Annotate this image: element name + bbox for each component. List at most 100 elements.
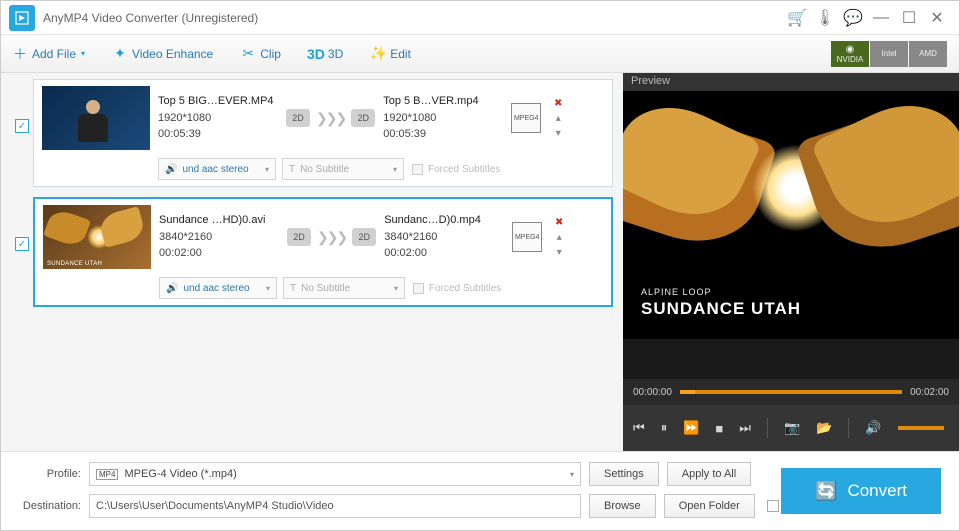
target-info: Top 5 B…VER.mp4 1920*1080 00:05:39 bbox=[383, 93, 503, 143]
toolbar: ＋ Add File ▾ ✦ Video Enhance ✂ Clip 3D 3… bbox=[1, 35, 959, 73]
snapshot-icon[interactable]: 📷 bbox=[784, 420, 800, 436]
chevron-down-icon: ▾ bbox=[266, 284, 270, 293]
time-current: 00:00:00 bbox=[633, 387, 672, 398]
prev-icon[interactable]: ⏮ bbox=[633, 420, 645, 436]
preview-title: SUNDANCE UTAH bbox=[641, 299, 801, 319]
fastforward-icon[interactable]: ⏩ bbox=[683, 420, 699, 436]
forced-checkbox[interactable] bbox=[412, 164, 423, 175]
source-info: Top 5 BIG…EVER.MP4 1920*1080 00:05:39 bbox=[158, 93, 278, 143]
volume-icon[interactable]: 🔊 bbox=[865, 420, 881, 436]
close-button[interactable]: ✕ bbox=[923, 4, 951, 32]
preview-video[interactable]: ALPINE LOOP SUNDANCE UTAH bbox=[623, 91, 959, 339]
item-card[interactable]: SUNDANCE UTAH Sundance …HD)0.avi 3840*21… bbox=[33, 197, 613, 307]
gpu-badges: ◉NVIDIA Intel AMD bbox=[831, 41, 947, 67]
plus-icon: ＋ bbox=[13, 47, 27, 61]
move-up-icon[interactable]: ▴ bbox=[556, 113, 561, 124]
feedback-icon[interactable]: 💬 bbox=[839, 4, 867, 32]
subtitle-select[interactable]: T No Subtitle ▾ bbox=[283, 277, 405, 299]
gpu-intel[interactable]: Intel bbox=[870, 41, 908, 67]
video-enhance-label: Video Enhance bbox=[132, 47, 213, 61]
preview-subtitle: ALPINE LOOP bbox=[641, 287, 712, 297]
threed-button[interactable]: 3D 3D bbox=[309, 47, 343, 61]
preview-header: Preview bbox=[623, 73, 959, 91]
arrows-icon: ❯❯❯ bbox=[317, 229, 346, 246]
audio-track-select[interactable]: 🔊 und aac stereo ▾ bbox=[159, 277, 277, 299]
item-checkbox[interactable] bbox=[15, 237, 29, 251]
output-2d-badge[interactable]: 2D bbox=[352, 228, 376, 246]
cart-icon[interactable]: 🛒 bbox=[783, 4, 811, 32]
profile-select[interactable]: MP4 MPEG-4 Video (*.mp4) ▾ bbox=[89, 462, 581, 486]
scissors-icon: ✂ bbox=[241, 47, 255, 61]
browse-button[interactable]: Browse bbox=[589, 494, 656, 518]
move-up-icon[interactable]: ▴ bbox=[557, 232, 562, 243]
key-icon[interactable]: 🌡 bbox=[811, 4, 839, 32]
edit-button[interactable]: ✨ Edit bbox=[371, 47, 411, 61]
input-2d-badge[interactable]: 2D bbox=[286, 109, 310, 127]
chevron-down-icon: ▾ bbox=[265, 165, 269, 174]
list-item: Top 5 BIG…EVER.MP4 1920*1080 00:05:39 2D… bbox=[11, 79, 613, 187]
output-2d-badge[interactable]: 2D bbox=[351, 109, 375, 127]
stop-icon[interactable]: ■ bbox=[715, 421, 723, 436]
progress-track[interactable] bbox=[680, 390, 902, 394]
next-icon[interactable]: ⏭ bbox=[739, 420, 751, 436]
player-controls: ⏮ ⏸ ⏩ ■ ⏭ 📷 📂 🔊 bbox=[623, 405, 959, 451]
chevron-down-icon: ▾ bbox=[81, 49, 85, 58]
text-icon: T bbox=[289, 164, 295, 175]
list-item: SUNDANCE UTAH Sundance …HD)0.avi 3840*21… bbox=[11, 197, 613, 307]
convert-button[interactable]: 🔄 Convert bbox=[781, 468, 941, 514]
speaker-icon: 🔊 bbox=[165, 164, 177, 175]
speaker-icon: 🔊 bbox=[166, 283, 178, 294]
title-bar: AnyMP4 Video Converter (Unregistered) 🛒 … bbox=[1, 1, 959, 35]
refresh-icon: 🔄 bbox=[815, 481, 837, 502]
minimize-button[interactable]: — bbox=[867, 4, 895, 32]
clip-button[interactable]: ✂ Clip bbox=[241, 47, 281, 61]
maximize-button[interactable]: ☐ bbox=[895, 4, 923, 32]
preview-panel: Preview ALPINE LOOP SUNDANCE UTAH 00:00:… bbox=[623, 73, 959, 451]
target-info: Sundanc…D)0.mp4 3840*2160 00:02:00 bbox=[384, 212, 504, 262]
app-logo-icon bbox=[9, 5, 35, 31]
profile-label: Profile: bbox=[15, 468, 81, 480]
pause-icon[interactable]: ⏸ bbox=[661, 420, 668, 436]
text-icon: T bbox=[290, 283, 296, 294]
forced-checkbox[interactable] bbox=[413, 283, 424, 294]
wand-icon: ✦ bbox=[113, 47, 127, 61]
forced-subtitles[interactable]: Forced Subtitles bbox=[412, 164, 500, 175]
subtitle-select[interactable]: T No Subtitle ▾ bbox=[282, 158, 404, 180]
item-card[interactable]: Top 5 BIG…EVER.MP4 1920*1080 00:05:39 2D… bbox=[33, 79, 613, 187]
thumbnail-caption: SUNDANCE UTAH bbox=[47, 261, 102, 267]
item-checkbox[interactable] bbox=[15, 119, 29, 133]
video-enhance-button[interactable]: ✦ Video Enhance bbox=[113, 47, 213, 61]
format-icon[interactable]: MPEG4 bbox=[511, 103, 541, 133]
delete-item-icon[interactable]: ✖ bbox=[554, 98, 562, 109]
source-info: Sundance …HD)0.avi 3840*2160 00:02:00 bbox=[159, 212, 279, 262]
folder-icon[interactable]: 📂 bbox=[816, 420, 832, 436]
edit-label: Edit bbox=[390, 47, 411, 61]
add-file-label: Add File bbox=[32, 47, 76, 61]
apply-all-button[interactable]: Apply to All bbox=[667, 462, 751, 486]
audio-track-select[interactable]: 🔊 und aac stereo ▾ bbox=[158, 158, 276, 180]
sparkle-icon: ✨ bbox=[371, 47, 385, 61]
video-thumbnail[interactable]: SUNDANCE UTAH bbox=[43, 205, 151, 269]
settings-button[interactable]: Settings bbox=[589, 462, 659, 486]
open-folder-button[interactable]: Open Folder bbox=[664, 494, 755, 518]
threed-label: 3D bbox=[328, 47, 343, 61]
gpu-nvidia[interactable]: ◉NVIDIA bbox=[831, 41, 869, 67]
clip-label: Clip bbox=[260, 47, 281, 61]
arrows-icon: ❯❯❯ bbox=[316, 110, 345, 127]
video-thumbnail[interactable] bbox=[42, 86, 150, 150]
move-down-icon[interactable]: ▾ bbox=[557, 247, 562, 258]
move-down-icon[interactable]: ▾ bbox=[556, 128, 561, 139]
mpeg-icon: MP4 bbox=[96, 469, 118, 480]
chevron-down-icon: ▾ bbox=[393, 165, 397, 174]
volume-slider[interactable] bbox=[898, 426, 944, 430]
add-file-button[interactable]: ＋ Add File ▾ bbox=[13, 47, 85, 61]
gpu-amd[interactable]: AMD bbox=[909, 41, 947, 67]
destination-input[interactable]: C:\Users\User\Documents\AnyMP4 Studio\Vi… bbox=[89, 494, 581, 518]
input-2d-badge[interactable]: 2D bbox=[287, 228, 311, 246]
time-total: 00:02:00 bbox=[910, 387, 949, 398]
format-icon[interactable]: MPEG4 bbox=[512, 222, 542, 252]
delete-item-icon[interactable]: ✖ bbox=[555, 217, 563, 228]
destination-label: Destination: bbox=[15, 500, 81, 512]
file-list: Top 5 BIG…EVER.MP4 1920*1080 00:05:39 2D… bbox=[1, 73, 623, 451]
forced-subtitles[interactable]: Forced Subtitles bbox=[413, 283, 501, 294]
